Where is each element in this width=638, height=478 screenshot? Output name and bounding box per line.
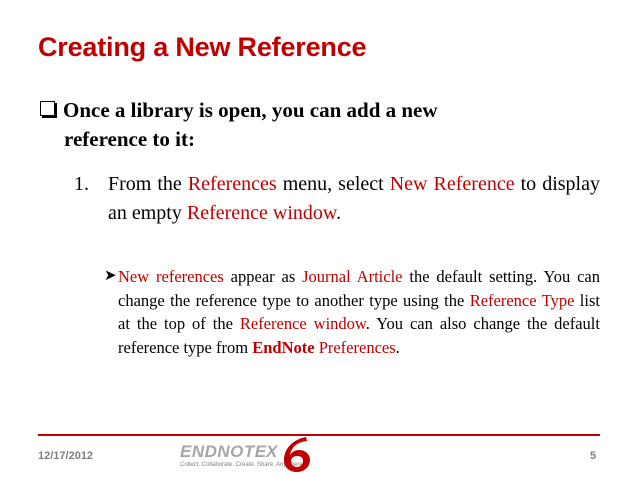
journal-article-term: Journal Article [302, 267, 403, 286]
endnote-logo: ENDNOTE X Collect. Collaborate. Create. … [180, 437, 316, 472]
logo-six-icon [284, 437, 310, 472]
new-reference-term: New Reference [389, 173, 515, 195]
step-text: From the [108, 173, 188, 195]
sub-bullet-text: New references appear as Journal Article… [104, 265, 600, 359]
slide-title: Creating a New Reference [38, 32, 367, 62]
sub-text: . [395, 337, 400, 357]
reference-window-term: Reference window [239, 314, 366, 333]
logo-wordmark: ENDNOTE [180, 442, 267, 461]
reference-window-term: Reference window [186, 202, 337, 224]
checkbox-bullet-icon [40, 101, 55, 116]
step-1-text: From the References menu, select New Ref… [74, 170, 600, 228]
step-text: menu, select [276, 173, 390, 195]
arrow-bullet-icon: ➤ [104, 268, 117, 284]
footer-date: 12/17/2012 [38, 450, 94, 462]
preferences-term: Preferences [318, 337, 396, 357]
main-bullet-line1: Once a library is open, you can add a ne… [63, 98, 438, 122]
step-1: 1. From the References menu, select New … [74, 170, 600, 228]
main-bullet-line2: reference to it: [64, 127, 195, 151]
reference-type-term: Reference Type [469, 290, 575, 310]
page-number: 5 [590, 450, 597, 462]
main-bullet: Once a library is open, you can add a ne… [40, 96, 600, 154]
step-number: 1. [74, 173, 89, 195]
new-references-term: New references [118, 267, 224, 286]
endnote-term: EndNote [252, 337, 315, 357]
sub-bullet: ➤ New references appear as Journal Artic… [104, 265, 600, 359]
step-text: . [336, 202, 342, 224]
sub-text: appear as [223, 267, 303, 286]
references-menu-term: References [187, 173, 277, 195]
